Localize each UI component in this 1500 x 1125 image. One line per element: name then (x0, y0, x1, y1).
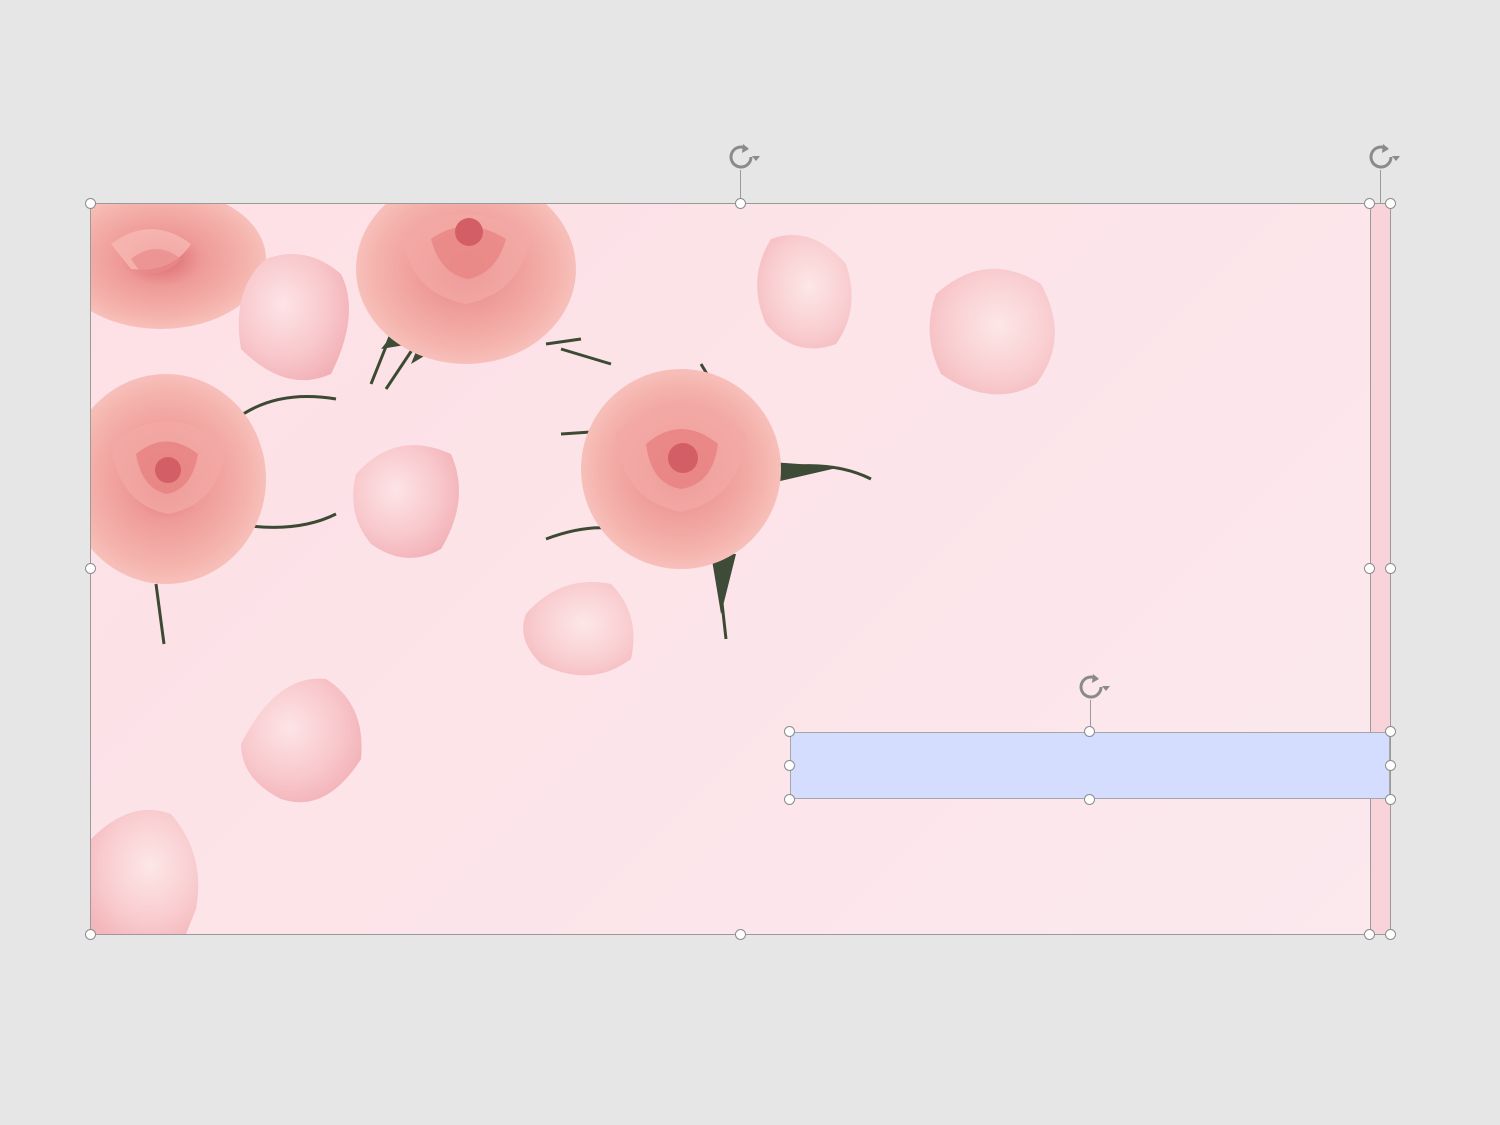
resize-handle-left[interactable] (784, 760, 795, 771)
resize-handle-top-left[interactable] (85, 198, 96, 209)
rotate-icon[interactable] (1074, 670, 1110, 704)
resize-handle-right[interactable] (1385, 563, 1396, 574)
resize-handle-bottom[interactable] (1084, 794, 1095, 805)
slide-canvas-area[interactable] (0, 0, 1500, 1125)
resize-handle-bottom-right[interactable] (1385, 794, 1396, 805)
rotate-icon[interactable] (724, 140, 760, 174)
resize-handle-top-right[interactable] (1364, 198, 1375, 209)
resize-handle-right[interactable] (1385, 760, 1396, 771)
rose-petal (757, 234, 852, 349)
resize-handle-bottom-right[interactable] (1385, 929, 1396, 940)
resize-handle-top[interactable] (735, 198, 746, 209)
resize-handle-right[interactable] (1364, 563, 1375, 574)
rose-petal (238, 254, 349, 381)
resize-handle-top-right[interactable] (1385, 726, 1396, 737)
rotate-icon[interactable] (1364, 140, 1400, 174)
rose-petal (929, 268, 1055, 395)
rose-petal (91, 809, 199, 934)
rose-petal (523, 582, 634, 676)
rose-flower (91, 374, 337, 645)
rose-petal (353, 445, 459, 558)
rotate-stem (1380, 170, 1381, 204)
resize-handle-bottom-left[interactable] (85, 929, 96, 940)
resize-handle-top-left[interactable] (784, 726, 795, 737)
resize-handle-top-right[interactable] (1385, 198, 1396, 209)
resize-handle-top[interactable] (1084, 726, 1095, 737)
text-box[interactable] (790, 732, 1390, 799)
resize-handle-bottom-left[interactable] (784, 794, 795, 805)
resize-handle-left[interactable] (85, 563, 96, 574)
rose-petal (241, 678, 362, 803)
rose-flower (356, 204, 612, 390)
resize-handle-bottom[interactable] (735, 929, 746, 940)
rose-picture[interactable] (91, 204, 1370, 934)
resize-handle-bottom-right[interactable] (1364, 929, 1375, 940)
